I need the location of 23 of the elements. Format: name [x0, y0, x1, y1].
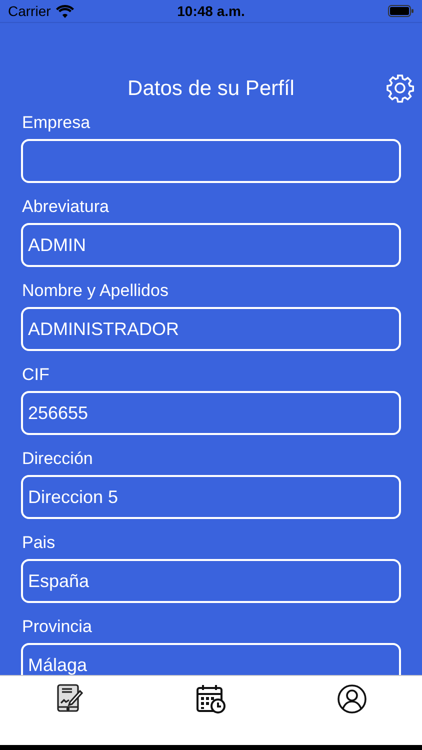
status-time: 10:48 a.m.	[177, 3, 245, 19]
field-label: Abreviatura	[22, 196, 110, 218]
input-field[interactable]: ADMIN	[21, 223, 401, 267]
input-field[interactable]: 256655	[21, 391, 401, 435]
input-field[interactable]: Direccion 5	[21, 475, 401, 519]
settings-icon[interactable]	[385, 73, 415, 103]
field-label: Pais	[22, 532, 56, 554]
wifi-icon	[56, 4, 74, 18]
input-field[interactable]: ADMINISTRADOR	[21, 307, 401, 351]
field-label: Nombre y Apellidos	[22, 280, 170, 302]
battery-icon	[388, 5, 414, 17]
page-title: Datos de su Perfíl	[128, 77, 294, 101]
calendar-clock-icon[interactable]	[196, 684, 226, 714]
input-field[interactable]: Málaga	[21, 643, 401, 675]
field-label: Dirección	[22, 448, 94, 470]
input-field[interactable]: España	[21, 559, 401, 603]
field-label: CIF	[22, 364, 50, 386]
field-label: Empresa	[22, 112, 92, 134]
tablet-signature-icon[interactable]	[57, 684, 84, 712]
carrier-name: Carrier	[8, 3, 51, 19]
input-field[interactable]	[21, 139, 401, 183]
field-label: Provincia	[22, 616, 93, 638]
user-icon[interactable]	[336, 684, 367, 714]
